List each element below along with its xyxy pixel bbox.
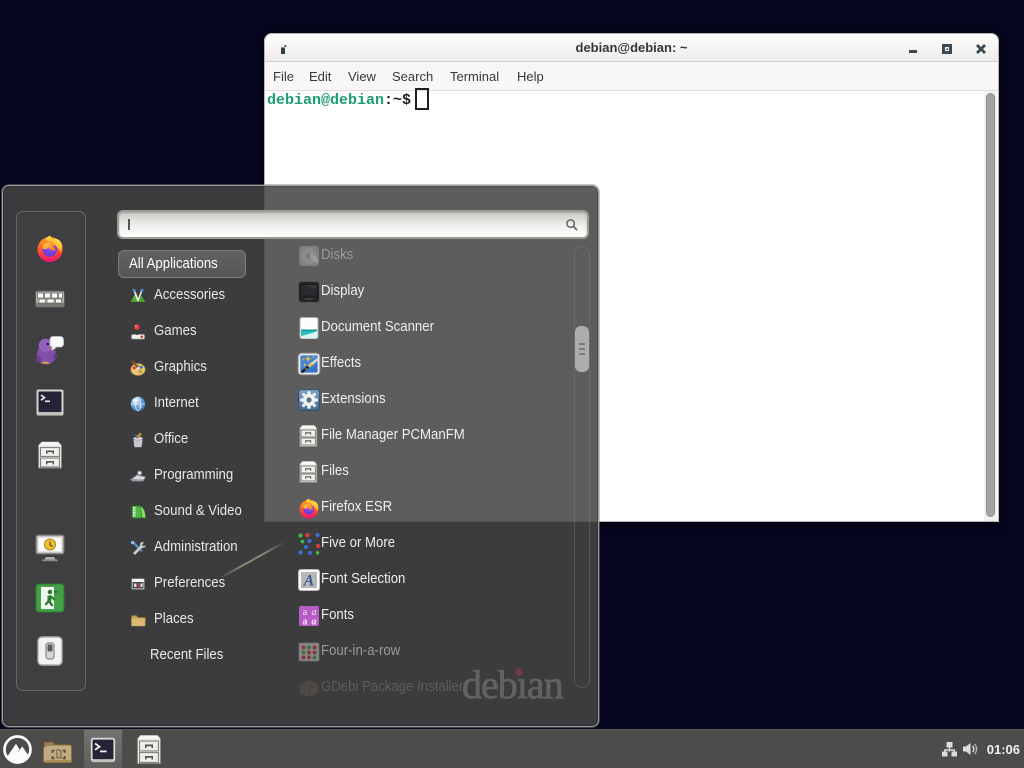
svg-text:A: A [303, 573, 315, 590]
svg-text:a: a [312, 617, 317, 628]
svg-text:a: a [303, 617, 308, 628]
